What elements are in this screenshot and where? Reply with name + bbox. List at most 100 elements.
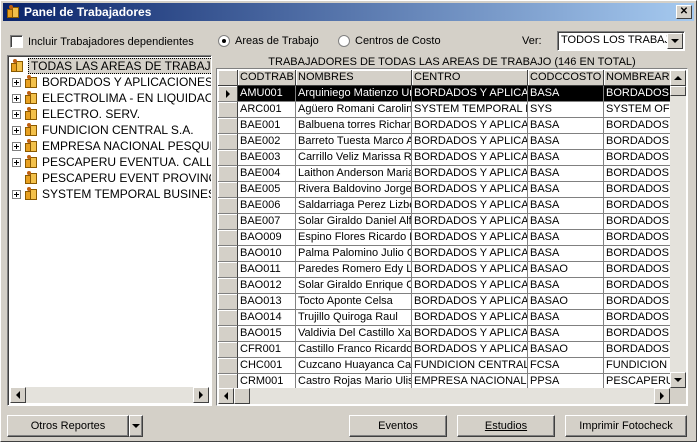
table-cell[interactable]: BORDADOS Y APLICA <box>412 118 528 134</box>
tree-item[interactable]: PESCAPERU EVENTUA. CALLA( <box>12 154 211 170</box>
scroll-left-button[interactable] <box>10 387 26 403</box>
table-row[interactable]: BAO013 Tocto Aponte Celsa BORDADOS Y APLIC… <box>218 294 670 310</box>
table-cell[interactable]: BASA <box>528 166 604 182</box>
row-indicator[interactable] <box>218 214 238 230</box>
horizontal-scroll-thumb[interactable] <box>234 388 250 404</box>
table-cell[interactable]: CFR001 <box>238 342 296 358</box>
table-cell[interactable]: BAE007 <box>238 214 296 230</box>
table-cell[interactable]: Agüero Romani Carolina <box>296 102 412 118</box>
row-indicator[interactable] <box>218 278 238 294</box>
table-cell[interactable]: Rivera Baldovino Jorge <box>296 182 412 198</box>
table-cell[interactable]: BASA <box>528 134 604 150</box>
table-cell[interactable]: Balbuena torres Richard <box>296 118 412 134</box>
row-indicator[interactable] <box>218 310 238 326</box>
table-cell[interactable]: BAO009 <box>238 230 296 246</box>
table-cell[interactable]: ARC001 <box>238 102 296 118</box>
grid-horizontal-scrollbar[interactable] <box>218 388 670 404</box>
table-cell[interactable]: BASA <box>528 150 604 166</box>
table-cell[interactable]: Solar Giraldo Enrique Ca <box>296 278 412 294</box>
table-cell[interactable]: BASA <box>528 86 604 102</box>
grid-vertical-scrollbar[interactable] <box>670 70 686 388</box>
table-cell[interactable]: BORDADOS Y APLICA <box>412 214 528 230</box>
table-cell[interactable]: Castro Rojas Mario Ulise <box>296 374 412 388</box>
table-cell[interactable]: BASAO <box>528 262 604 278</box>
table-cell[interactable]: BORDADOS Y APLICA <box>412 134 528 150</box>
table-cell[interactable]: BAE006 <box>238 198 296 214</box>
table-cell[interactable]: CHC001 <box>238 358 296 374</box>
radio-areas[interactable] <box>218 35 230 47</box>
table-cell[interactable]: BAO012 <box>238 278 296 294</box>
expand-plus-icon[interactable] <box>12 109 21 119</box>
ver-combo[interactable]: TODOS LOS TRABAJ... <box>557 31 685 51</box>
table-cell[interactable]: Trujillo Quiroga Raul <box>296 310 412 326</box>
table-cell[interactable]: BORDADOS E <box>604 166 670 182</box>
include-dependents-checkbox[interactable] <box>10 35 23 48</box>
tree-item[interactable]: EMPRESA NACIONAL PESQUEF <box>12 138 211 154</box>
table-cell[interactable]: BORDADOS E <box>604 134 670 150</box>
table-cell[interactable]: BORDADOS Y APLICA <box>412 198 528 214</box>
table-cell[interactable]: FUNDICION CENTRAL <box>412 358 528 374</box>
workers-grid[interactable]: CODTRAB NOMBRES CENTRO CODCCOSTO NOMBREAR AMU… <box>216 68 688 406</box>
table-cell[interactable]: BORDADOS C <box>604 310 670 326</box>
table-cell[interactable]: BORDADOS Y APLICA <box>412 230 528 246</box>
row-indicator[interactable] <box>218 198 238 214</box>
table-cell[interactable]: Saldarriaga Perez Lizbe <box>296 198 412 214</box>
scroll-right-button[interactable] <box>193 387 209 403</box>
table-cell[interactable]: BORDADOS Y APLICA <box>412 262 528 278</box>
vertical-scroll-thumb[interactable] <box>670 86 686 96</box>
table-cell[interactable]: BORDADOS Y APLICA <box>412 342 528 358</box>
table-cell[interactable]: BORDADOS E <box>604 214 670 230</box>
radio-centros[interactable] <box>338 35 350 47</box>
table-cell[interactable]: BASA <box>528 182 604 198</box>
otros-reportes-dropdown-button[interactable] <box>129 415 143 437</box>
table-cell[interactable]: BAE002 <box>238 134 296 150</box>
tree-item[interactable]: ELECTRO. SERV. <box>12 106 140 122</box>
table-cell[interactable]: CRM001 <box>238 374 296 388</box>
column-header[interactable]: NOMBRES <box>296 70 412 86</box>
table-cell[interactable]: Castillo Franco Ricardo <box>296 342 412 358</box>
row-indicator[interactable] <box>218 230 238 246</box>
table-cell[interactable]: BASA <box>528 230 604 246</box>
table-cell[interactable]: BORDADOS Y APLICA <box>412 150 528 166</box>
row-indicator[interactable] <box>218 86 238 102</box>
table-cell[interactable]: BORDADOS C <box>604 294 670 310</box>
table-cell[interactable]: BASAO <box>528 294 604 310</box>
tree-item[interactable]: FUNDICION CENTRAL S.A. <box>12 122 194 138</box>
expand-plus-icon[interactable] <box>12 189 21 199</box>
table-row[interactable]: BAO014 Trujillo Quiroga Raul BORDADOS Y AP… <box>218 310 670 326</box>
table-cell[interactable]: Tocto Aponte Celsa <box>296 294 412 310</box>
tree-horizontal-scrollbar[interactable] <box>10 387 209 403</box>
table-cell[interactable]: BORDADOS Y APLICA <box>412 166 528 182</box>
table-cell[interactable]: Laithon Anderson Maria <box>296 166 412 182</box>
table-cell[interactable]: BASA <box>528 278 604 294</box>
table-cell[interactable]: BASA <box>528 118 604 134</box>
expand-plus-icon[interactable] <box>12 77 21 87</box>
table-cell[interactable]: BORDADOS C <box>604 278 670 294</box>
title-bar[interactable]: Panel de Trabajadores ✕ <box>3 3 694 21</box>
table-cell[interactable]: PPSA <box>528 374 604 388</box>
row-indicator[interactable] <box>218 358 238 374</box>
radio-areas-option[interactable]: Areas de Trabajo <box>218 35 319 47</box>
table-cell[interactable]: BORDADOS E <box>604 118 670 134</box>
table-cell[interactable]: Paredes Romero Edy Lu <box>296 262 412 278</box>
table-cell[interactable]: BORDADOS Y APLICA <box>412 86 528 102</box>
table-cell[interactable]: BASAO <box>528 342 604 358</box>
tree-item[interactable]: BORDADOS Y APLICACIONES <box>12 74 211 90</box>
row-indicator[interactable] <box>218 118 238 134</box>
table-cell[interactable]: BAO015 <box>238 326 296 342</box>
table-cell[interactable]: BAE003 <box>238 150 296 166</box>
ver-combo-dropdown-button[interactable] <box>667 33 683 49</box>
table-row[interactable]: BAO009 Espino Flores Ricardo F BORDADOS Y … <box>218 230 670 246</box>
table-cell[interactable]: BAO014 <box>238 310 296 326</box>
table-cell[interactable]: Carrillo Veliz Marissa Ro <box>296 150 412 166</box>
table-row[interactable]: CFR001 Castillo Franco Ricardo BORDADOS Y … <box>218 342 670 358</box>
column-header[interactable]: NOMBREAR <box>604 70 670 86</box>
grid-body[interactable]: CODTRAB NOMBRES CENTRO CODCCOSTO NOMBREAR AMU… <box>218 70 670 388</box>
table-cell[interactable]: Arquiniego Matienzo Un <box>296 86 412 102</box>
table-cell[interactable]: Valdivia Del Castillo Xav <box>296 326 412 342</box>
table-cell[interactable]: AMU001 <box>238 86 296 102</box>
scroll-right-button[interactable] <box>654 388 670 404</box>
table-cell[interactable]: BAE004 <box>238 166 296 182</box>
table-cell[interactable]: Solar Giraldo Daniel Alfr <box>296 214 412 230</box>
table-cell[interactable]: BASA <box>528 310 604 326</box>
